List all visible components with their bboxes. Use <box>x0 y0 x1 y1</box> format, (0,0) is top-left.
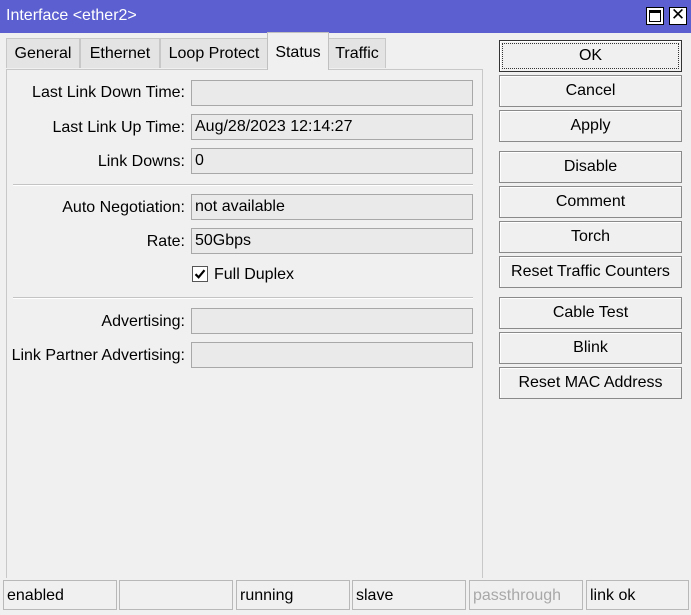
last-link-up-time-field: Aug/28/2023 12:14:27 <box>191 114 473 140</box>
rate-label: Rate: <box>146 233 185 250</box>
separator <box>13 297 473 299</box>
advertising-label: Advertising: <box>101 313 185 330</box>
status-slave: slave <box>352 580 466 610</box>
rate-field: 50Gbps <box>191 228 473 254</box>
maximize-icon[interactable] <box>646 7 664 25</box>
status-panel: Last Link Down Time: Last Link Up Time: … <box>6 69 483 579</box>
comment-button[interactable]: Comment <box>499 186 682 218</box>
status-bar: enabled running slave passthrough link o… <box>0 578 691 615</box>
full-duplex-label: Full Duplex <box>214 266 295 283</box>
link-downs-field: 0 <box>191 148 473 174</box>
link-downs-label: Link Downs: <box>97 153 185 170</box>
torch-button[interactable]: Torch <box>499 221 682 253</box>
reset-traffic-counters-button[interactable]: Reset Traffic Counters <box>499 256 682 288</box>
status-link-ok: link ok <box>586 580 689 610</box>
full-duplex-checkbox[interactable] <box>192 266 208 282</box>
tab-general[interactable]: General <box>6 38 80 68</box>
cancel-button[interactable]: Cancel <box>499 75 682 107</box>
blink-button[interactable]: Blink <box>499 332 682 364</box>
status-empty <box>119 580 233 610</box>
status-enabled: enabled <box>3 580 117 610</box>
status-passthrough: passthrough <box>469 580 583 610</box>
last-link-down-time-label: Last Link Down Time: <box>32 84 185 101</box>
window-title: Interface <ether2> <box>6 7 137 24</box>
last-link-down-time-field <box>191 80 473 106</box>
title-bar[interactable]: Interface <ether2> ✕ <box>0 0 691 33</box>
status-running: running <box>236 580 350 610</box>
disable-button[interactable]: Disable <box>499 151 682 183</box>
tab-loop-protect[interactable]: Loop Protect <box>160 38 268 68</box>
checkmark-icon <box>194 269 206 279</box>
apply-button[interactable]: Apply <box>499 110 682 142</box>
tab-traffic[interactable]: Traffic <box>328 38 386 68</box>
tab-ethernet[interactable]: Ethernet <box>80 38 160 68</box>
close-icon[interactable]: ✕ <box>669 6 687 25</box>
ok-button[interactable]: OK <box>499 40 682 72</box>
link-partner-advertising-label: Link Partner Advertising: <box>11 347 185 364</box>
auto-negotiation-label: Auto Negotiation: <box>62 199 185 216</box>
link-partner-advertising-field <box>191 342 473 368</box>
interface-window: Interface <ether2> ✕ General Ethernet Lo… <box>0 0 691 615</box>
auto-negotiation-field: not available <box>191 194 473 220</box>
tab-status[interactable]: Status <box>267 32 329 70</box>
advertising-field <box>191 308 473 334</box>
separator <box>13 184 473 186</box>
reset-mac-address-button[interactable]: Reset MAC Address <box>499 367 682 399</box>
cable-test-button[interactable]: Cable Test <box>499 297 682 329</box>
last-link-up-time-label: Last Link Up Time: <box>52 119 186 136</box>
